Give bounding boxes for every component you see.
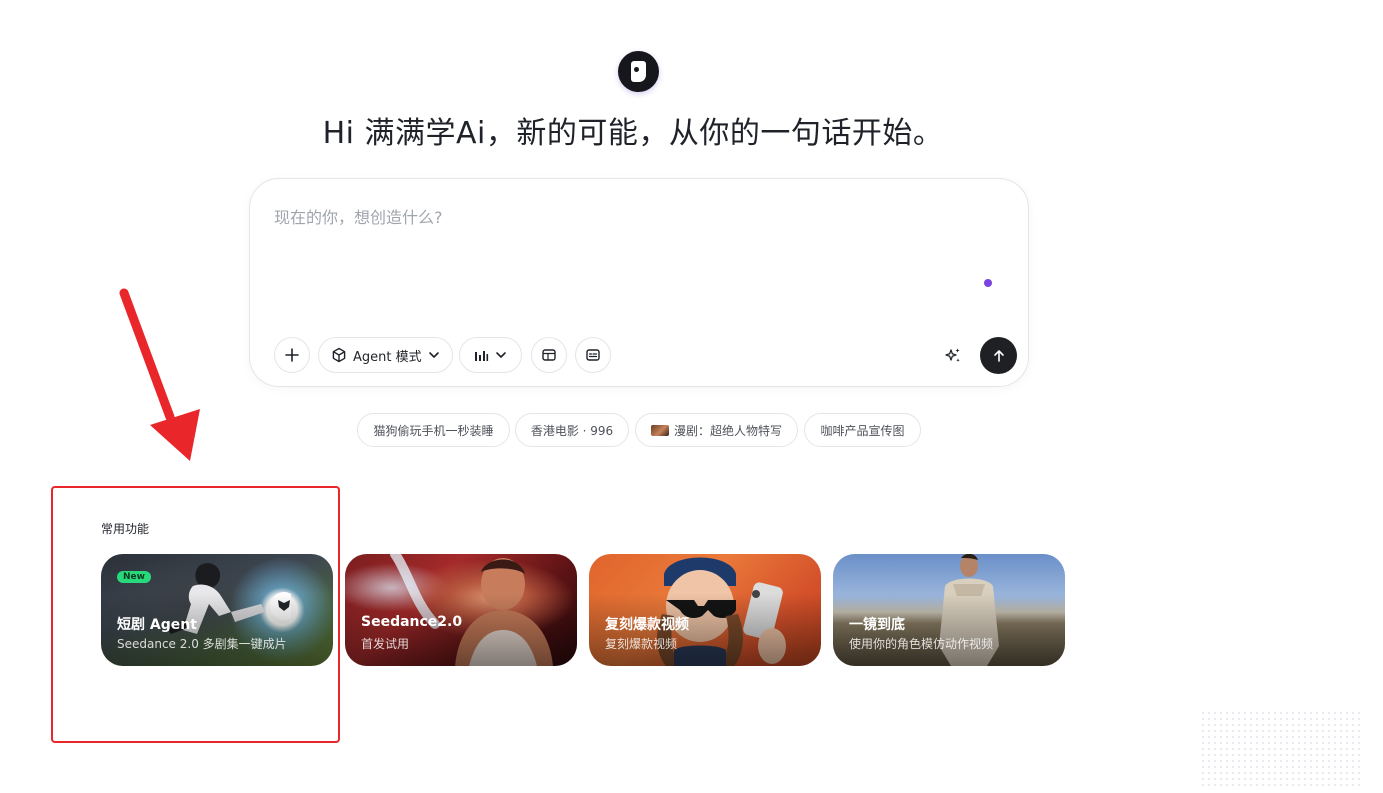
card-title: 一镜到底 (849, 617, 905, 633)
suggestion-label: 猫狗偷玩手机一秒装睡 (373, 423, 494, 438)
annotation-arrow (119, 288, 200, 461)
send-button[interactable] (980, 337, 1017, 374)
card-title: 复刻爆款视频 (605, 617, 689, 633)
logo-sheet (631, 61, 646, 82)
feature-card-replicate-video[interactable]: 复刻爆款视频 复刻爆款视频 (589, 554, 821, 666)
agent-mode-dropdown[interactable]: Agent 模式 (318, 337, 453, 373)
plus-icon (285, 348, 299, 362)
decorative-dot-pattern (1200, 710, 1360, 790)
card-subtitle: 首发试用 (361, 637, 410, 651)
chevron-down-icon (496, 352, 506, 358)
feature-card-one-take[interactable]: 一镜到底 使用你的角色模仿动作视频 (833, 554, 1065, 666)
page: Hi 满满学Ai，新的可能，从你的一句话开始。 Agent 模式 (0, 0, 1383, 793)
aspect-ratio-button[interactable] (531, 337, 567, 373)
suggestion-label: 漫剧：超绝人物特写 (673, 423, 782, 438)
bar-chart-icon (475, 350, 489, 361)
suggestion-chip[interactable]: 猫狗偷玩手机一秒装睡 (357, 413, 510, 447)
chevron-down-icon (428, 352, 439, 358)
enhance-button[interactable] (938, 341, 968, 371)
sparkle-icon (945, 348, 960, 362)
suggestion-chip[interactable]: 咖啡产品宣传图 (804, 413, 921, 447)
arrow-up-icon (993, 349, 1004, 362)
prompt-box: Agent 模式 (249, 178, 1029, 387)
subtitle-button[interactable] (575, 337, 611, 373)
greeting-title: Hi 满满学Ai，新的可能，从你的一句话开始。 (322, 116, 944, 151)
card-subtitle: 复刻爆款视频 (605, 637, 678, 651)
agent-mode-label: Agent 模式 (353, 349, 422, 365)
suggestion-label: 香港电影 · 996 (530, 423, 614, 438)
card-title: Seedance2.0 (361, 614, 463, 630)
cursor-dot (984, 279, 992, 287)
aspect-ratio-icon (542, 349, 556, 361)
subtitle-icon (586, 349, 600, 361)
suggestion-chip[interactable]: 香港电影 · 996 (515, 413, 629, 447)
feature-card-seedance[interactable]: Seedance2.0 首发试用 (345, 554, 577, 666)
model-dropdown[interactable] (459, 337, 522, 373)
suggestion-thumbnail (650, 424, 669, 436)
annotation-highlight-box (51, 486, 340, 743)
card-subtitle: 使用你的角色模仿动作视频 (849, 637, 994, 651)
prompt-input[interactable] (274, 205, 974, 229)
suggestion-chip[interactable]: 漫剧：超绝人物特写 (635, 413, 798, 447)
logo-eye (634, 67, 639, 72)
suggestion-label: 咖啡产品宣传图 (820, 423, 905, 438)
app-logo (618, 51, 659, 92)
cube-icon (332, 347, 346, 363)
add-button[interactable] (274, 337, 310, 373)
